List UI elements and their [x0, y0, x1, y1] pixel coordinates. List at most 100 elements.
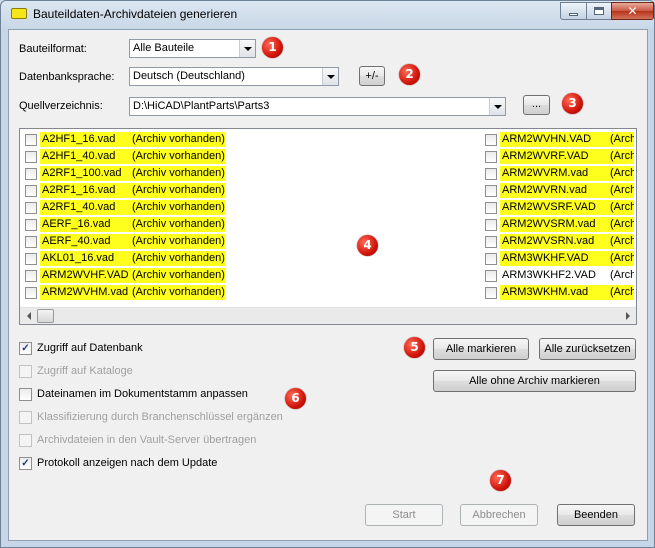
list-item-checkbox[interactable] [25, 202, 37, 214]
archive-status: (Archi [610, 269, 634, 281]
abbrechen-button[interactable]: Abbrechen [460, 504, 538, 526]
archive-status: (Archiv vorhanden) [132, 252, 225, 264]
checkbox-box[interactable]: ✓ [19, 342, 32, 355]
chevron-down-icon[interactable] [489, 98, 505, 115]
file-name: A2RF1_16.vad [42, 184, 116, 196]
archive-status: (Archi [610, 150, 634, 162]
list-item-text: ARM3WKHF2.VAD (Archi [500, 268, 634, 283]
list-item-checkbox[interactable] [485, 253, 497, 265]
browse-folder-button[interactable]: ... [523, 95, 550, 115]
callout-badge-3: 3 [562, 93, 583, 114]
dateinamen-anpassen-checkbox[interactable]: Dateinamen im Dokumentstamm anpassen [19, 387, 279, 403]
list-item-checkbox[interactable] [25, 253, 37, 265]
list-item-checkbox[interactable] [485, 236, 497, 248]
list-item-text: AERF_40.vad (Archiv vorhanden) [40, 234, 225, 249]
maximize-button[interactable] [586, 2, 612, 20]
start-button[interactable]: Start [365, 504, 443, 526]
datenbanksprache-label: Datenbanksprache: [19, 71, 115, 83]
language-plusminus-button[interactable]: +/- [359, 66, 385, 86]
checkmark-icon: ✓ [21, 458, 30, 469]
archive-status: (Archiv vorhanden) [132, 184, 225, 196]
checkbox-box[interactable]: ✓ [19, 457, 32, 470]
checkmark-icon: ✓ [21, 343, 30, 354]
alle-zuruecksetzen-button[interactable]: Alle zurücksetzen [539, 338, 636, 360]
list-item-checkbox[interactable] [25, 270, 37, 282]
file-name: ARM2WVRF.VAD [502, 150, 589, 162]
callout-badge-2: 2 [399, 64, 420, 85]
dialog-client-area: Bauteilformat: Alle Bauteile 1 Datenbank… [8, 29, 648, 541]
scroll-right-icon[interactable] [619, 308, 636, 324]
list-item-checkbox[interactable] [25, 134, 37, 146]
list-item-text: ARM2WVSRM.vad (Archi [500, 217, 634, 232]
file-name: ARM2WVSRF.VAD [502, 201, 596, 213]
protokoll-checkbox[interactable]: ✓ Protokoll anzeigen nach dem Update [19, 456, 249, 472]
checkbox-box[interactable] [19, 388, 32, 401]
zugriff-kataloge-checkbox: Zugriff auf Kataloge [19, 364, 219, 380]
list-item-checkbox[interactable] [485, 134, 497, 146]
checkbox-box [19, 434, 32, 447]
alle-markieren-button[interactable]: Alle markieren [433, 338, 529, 360]
scroll-left-icon[interactable] [20, 308, 37, 324]
vault-upload-label: Archivdateien in den Vault-Server übertr… [37, 434, 257, 446]
archive-status: (Archiv vorhanden) [132, 235, 225, 247]
close-button[interactable]: ✕ [611, 2, 654, 20]
minimize-icon [569, 12, 578, 16]
scrollbar-thumb[interactable] [37, 309, 54, 323]
callout-badge-7: 7 [490, 470, 511, 491]
list-item-text: ARM2WVHM.vad (Archiv vorhanden) [40, 285, 225, 300]
archive-status: (Archi [610, 218, 634, 230]
quellverzeichnis-label: Quellverzeichnis: [19, 100, 103, 112]
klassifizierung-checkbox: Klassifizierung durch Branchenschlüssel … [19, 410, 299, 426]
beenden-button[interactable]: Beenden [557, 504, 635, 526]
list-item-checkbox[interactable] [25, 219, 37, 231]
minimize-button[interactable] [560, 2, 587, 20]
file-listbox[interactable]: A2HF1_16.vad (Archiv vorhanden) A2HF1_40.v… [19, 128, 637, 325]
title-bar[interactable]: Bauteildaten-Archivdateien generieren ✕ [1, 1, 654, 29]
list-item-checkbox[interactable] [25, 287, 37, 299]
file-name: ARM3WKHF2.VAD [502, 269, 596, 281]
zugriff-datenbank-label: Zugriff auf Datenbank [37, 342, 143, 354]
list-item-checkbox[interactable] [485, 287, 497, 299]
callout-badge-4: 4 [357, 235, 378, 256]
list-item-text: ARM2WVSRF.VAD (Archi [500, 200, 634, 215]
list-item-checkbox[interactable] [485, 185, 497, 197]
list-item-checkbox[interactable] [25, 236, 37, 248]
list-item-checkbox[interactable] [485, 151, 497, 163]
archive-status: (Archi [610, 286, 634, 298]
list-item-text: A2RF1_16.vad (Archiv vorhanden) [40, 183, 225, 198]
list-item-checkbox[interactable] [25, 168, 37, 180]
list-item-text: ARM2WVHF.VAD (Archiv vorhanden) [40, 268, 225, 283]
file-name: ARM2WVSRM.vad [502, 218, 596, 230]
file-name: A2RF1_40.vad [42, 201, 116, 213]
list-item-text: ARM3WKHM.vad (Archi [500, 285, 634, 300]
file-name: AERF_40.vad [42, 235, 111, 247]
archive-status: (Archiv vorhanden) [132, 269, 225, 281]
chevron-down-icon[interactable] [239, 40, 255, 57]
list-item-text: ARM2WVSRN.vad (Archi [500, 234, 634, 249]
bauteilformat-label: Bauteilformat: [19, 43, 87, 55]
list-item-checkbox[interactable] [485, 270, 497, 282]
bauteilformat-select[interactable]: Alle Bauteile [129, 39, 256, 58]
dialog-window: Bauteildaten-Archivdateien generieren ✕ … [0, 0, 655, 548]
alle-ohne-archiv-button[interactable]: Alle ohne Archiv markieren [433, 370, 636, 392]
horizontal-scrollbar[interactable] [20, 307, 636, 324]
list-item-checkbox[interactable] [485, 202, 497, 214]
checkbox-box [19, 365, 32, 378]
protokoll-label: Protokoll anzeigen nach dem Update [37, 457, 218, 469]
checkbox-box [19, 411, 32, 424]
datenbanksprache-select[interactable]: Deutsch (Deutschland) [129, 67, 339, 86]
klassifizierung-label: Klassifizierung durch Branchenschlüssel … [37, 411, 283, 423]
list-item-checkbox[interactable] [485, 168, 497, 180]
quellverzeichnis-select[interactable]: D:\HiCAD\PlantParts\Parts3 [129, 97, 506, 116]
callout-badge-1: 1 [262, 37, 283, 58]
archive-status: (Archiv vorhanden) [132, 201, 225, 213]
archive-status: (Archi [610, 201, 634, 213]
file-name: ARM2WVHF.VAD [42, 269, 129, 281]
list-item-checkbox[interactable] [25, 151, 37, 163]
list-item-checkbox[interactable] [25, 185, 37, 197]
file-name: AERF_16.vad [42, 218, 111, 230]
chevron-down-icon[interactable] [322, 68, 338, 85]
zugriff-datenbank-checkbox[interactable]: ✓ Zugriff auf Datenbank [19, 341, 219, 357]
list-item-checkbox[interactable] [485, 219, 497, 231]
archive-status: (Archi [610, 184, 634, 196]
